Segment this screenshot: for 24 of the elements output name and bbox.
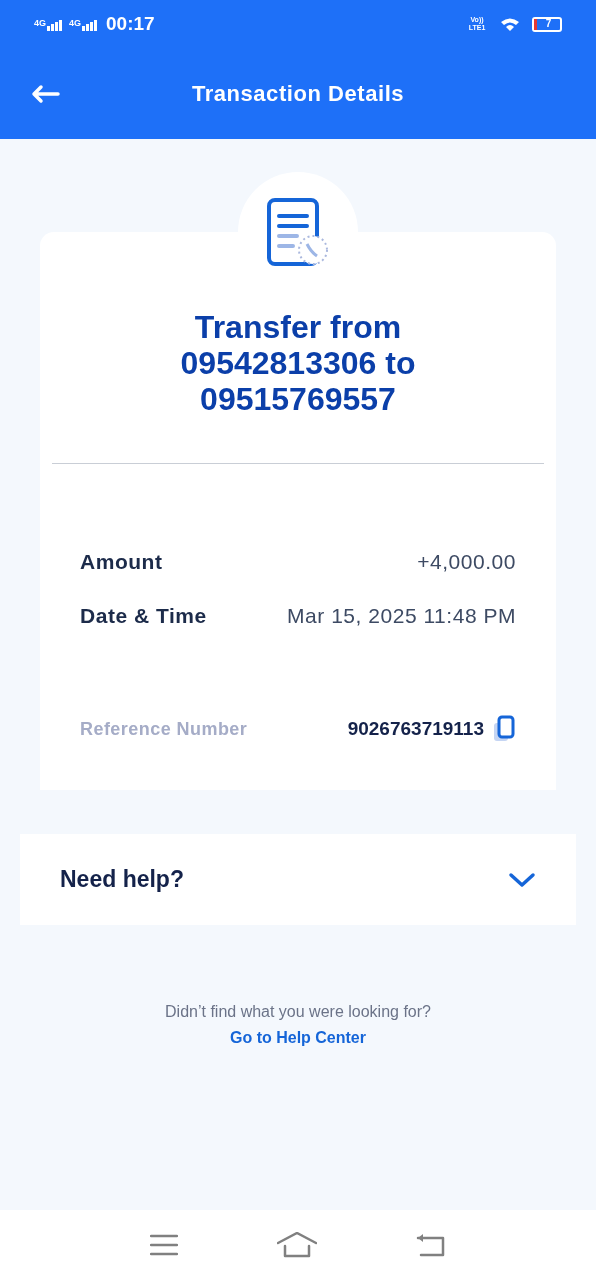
need-help-row[interactable]: Need help? [20, 834, 576, 925]
copy-icon[interactable] [492, 715, 516, 744]
network-label: 4G [69, 17, 82, 31]
transfer-title: Transfer from 09542813306 to 09515769557 [179, 309, 417, 417]
detail-value: Mar 15, 2025 11:48 PM [287, 602, 516, 629]
signal-icon [47, 19, 63, 31]
detail-label: Amount [80, 549, 163, 575]
detail-label: Date & Time [80, 602, 207, 629]
detail-value: +4,000.00 [417, 549, 516, 575]
help-prompt: Didn’t find what you were looking for? [165, 1002, 431, 1022]
reference-label: Reference Number [80, 717, 248, 741]
network-label: 4G [34, 17, 46, 31]
reference-number: 9026763719113 [347, 717, 484, 741]
help-center-link[interactable]: Go to Help Center [230, 1026, 366, 1050]
home-icon[interactable] [277, 1232, 317, 1258]
menu-icon[interactable] [149, 1234, 178, 1256]
clock: 00:17 [106, 11, 155, 36]
page-title: Transaction Details [190, 80, 406, 108]
wifi-icon [500, 17, 520, 31]
battery-icon: 7 [532, 16, 562, 32]
signal-icon [82, 19, 99, 31]
chevron-icon [508, 870, 536, 889]
back-icon[interactable] [416, 1233, 447, 1257]
back-arrow-icon[interactable] [30, 83, 60, 104]
